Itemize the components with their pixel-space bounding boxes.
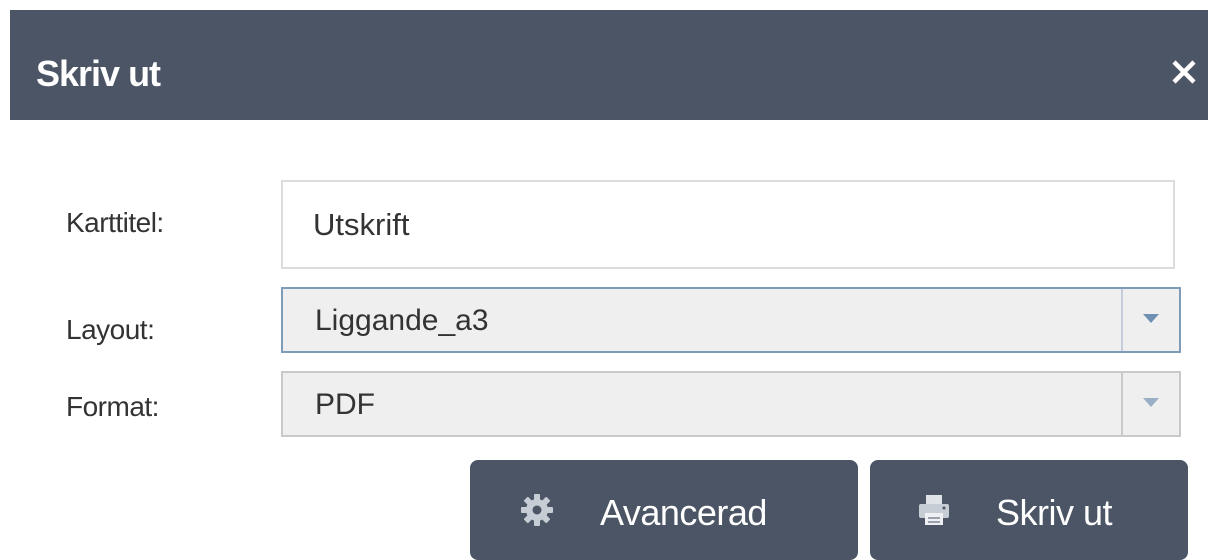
format-select[interactable]: PDF xyxy=(281,371,1181,437)
print-button[interactable]: Skriv ut xyxy=(870,460,1188,560)
layout-dropdown-button[interactable] xyxy=(1121,289,1179,351)
map-title-input[interactable] xyxy=(281,180,1175,269)
format-selected-value: PDF xyxy=(315,388,375,421)
chevron-down-icon xyxy=(1143,398,1159,407)
chevron-down-icon xyxy=(1143,314,1159,323)
gear-icon xyxy=(521,494,553,526)
layout-select[interactable]: Liggande_a3 xyxy=(281,287,1181,353)
print-button-label: Skriv ut xyxy=(996,492,1113,533)
close-button[interactable] xyxy=(1170,58,1198,86)
dialog-titlebar: Skriv ut xyxy=(10,10,1208,120)
advanced-button[interactable]: Avancerad xyxy=(470,460,858,560)
advanced-button-label: Avancerad xyxy=(600,492,767,533)
close-icon xyxy=(1172,60,1196,84)
print-dialog: Skriv ut Karttitel: Layout: Liggande_a3 … xyxy=(0,0,1208,560)
format-label: Format: xyxy=(66,391,159,422)
format-dropdown-button[interactable] xyxy=(1121,373,1179,435)
layout-selected-value: Liggande_a3 xyxy=(315,304,489,337)
printer-icon xyxy=(919,495,949,525)
map-title-label: Karttitel: xyxy=(66,207,164,238)
layout-label: Layout: xyxy=(66,314,155,345)
dialog-title: Skriv ut xyxy=(36,53,161,94)
